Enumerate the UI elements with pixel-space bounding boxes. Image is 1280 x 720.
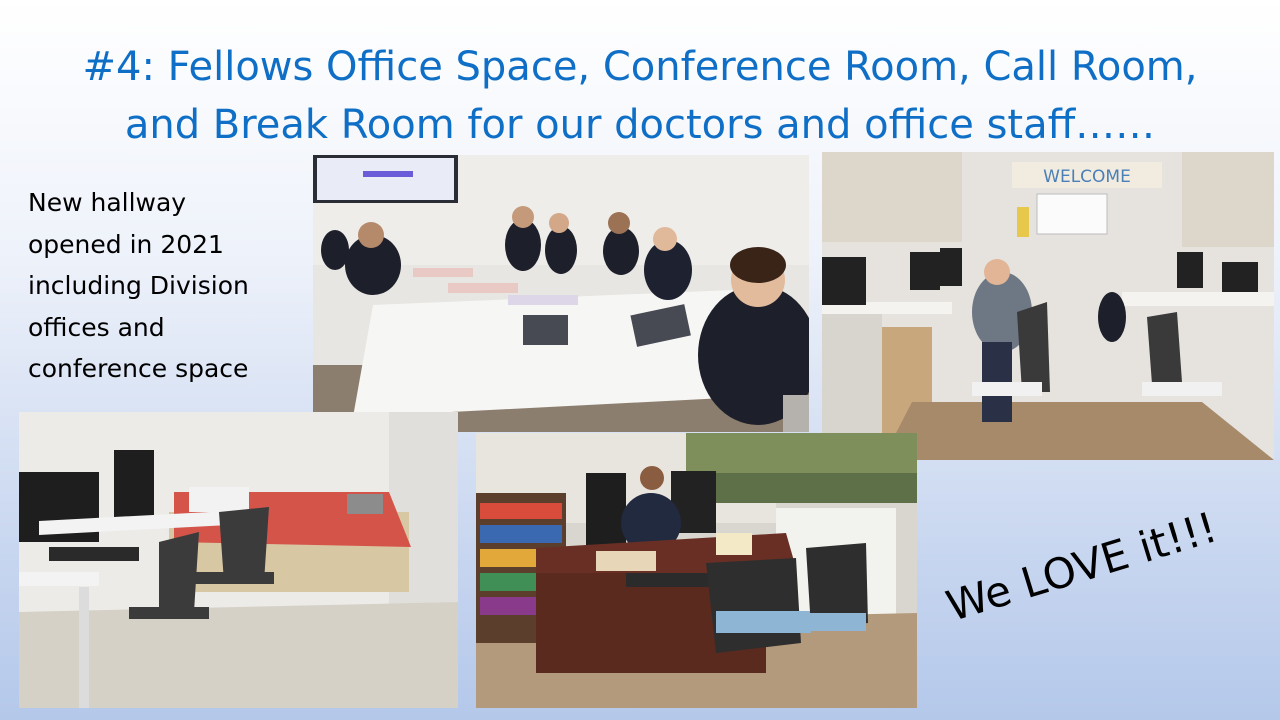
call-room-photo: [19, 412, 458, 708]
description-line: opened in 2021: [28, 229, 224, 259]
welcome-banner: WELCOME: [1043, 167, 1131, 187]
office-staff-photo: [476, 433, 917, 708]
title-line-1: #4: Fellows Office Space, Conference Roo…: [82, 44, 1198, 90]
fellows-office-photo: WELCOME: [822, 152, 1274, 460]
description-line: New hallway: [28, 188, 187, 217]
conference-room-photo: [313, 155, 809, 432]
description-line: offices and: [28, 312, 165, 342]
description-text: New hallway opened in 2021 including Div…: [28, 182, 298, 390]
description-line: including Division: [28, 271, 249, 300]
slide-title: #4: Fellows Office Space, Conference Roo…: [0, 38, 1280, 154]
title-line-2: and Break Room for our doctors and offic…: [124, 102, 1156, 148]
love-text: We LOVE it!!!: [940, 502, 1223, 631]
description-line: conference space: [28, 354, 249, 383]
